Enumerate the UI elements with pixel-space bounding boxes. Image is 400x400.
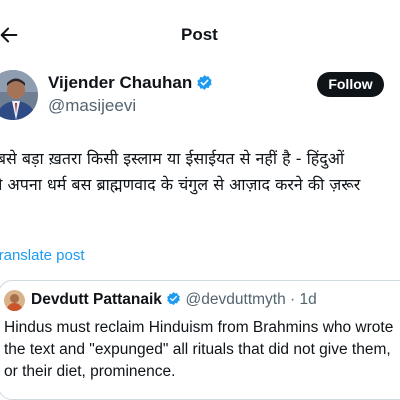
author-handle[interactable]: @masijeevi <box>48 95 136 117</box>
translate-post-link[interactable]: Translate post <box>0 246 85 266</box>
page-title: Post <box>181 25 218 44</box>
avatar[interactable] <box>0 70 38 120</box>
quote-avatar <box>4 290 25 311</box>
back-arrow-icon[interactable] <box>0 24 20 46</box>
follow-button[interactable]: Follow <box>317 72 384 97</box>
post-text: सबसे बड़ा ख़तरा किसी इस्लाम या ईसाईयत से… <box>0 146 400 224</box>
quote-separator: · <box>290 291 296 308</box>
verified-badge-icon <box>167 291 181 306</box>
top-bar: Post <box>0 0 400 66</box>
verified-badge-icon <box>197 75 212 90</box>
quote-header: Devdutt Pattanaik @devduttmyth · 1d <box>31 290 317 310</box>
post-text-line: सबसे बड़ा ख़तरा किसी इस्लाम या ईसाईयत से… <box>0 149 345 168</box>
quote-text: Hindus must reclaim Hinduism from Brahmi… <box>4 319 394 380</box>
quote-author-name: Devdutt Pattanaik <box>31 291 162 308</box>
quote-timestamp: 1d <box>299 291 317 308</box>
quote-author-handle: @devduttmyth <box>185 291 286 308</box>
author-name[interactable]: Vijender Chauhan <box>48 72 213 94</box>
post-text-line: को अपना धर्म बस ब्राह्मणवाद के चंगुल से … <box>0 175 361 194</box>
